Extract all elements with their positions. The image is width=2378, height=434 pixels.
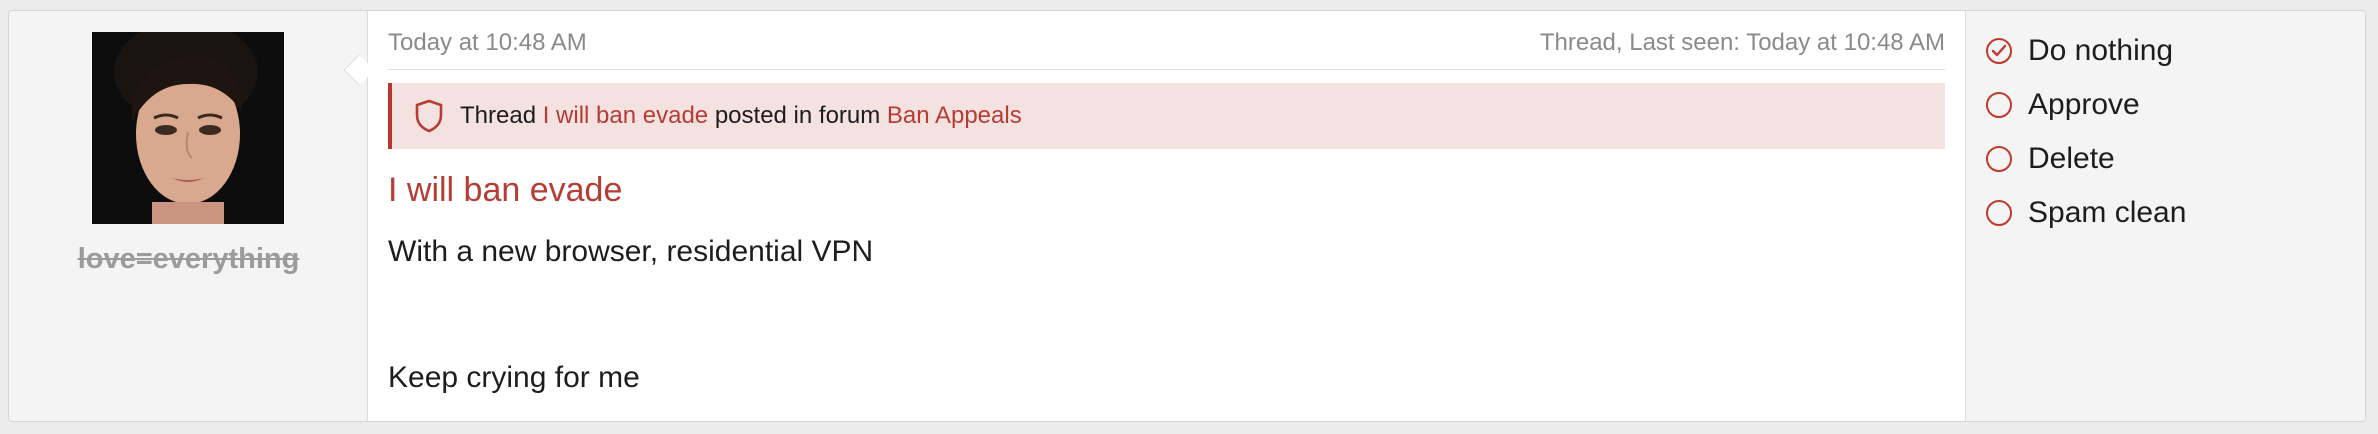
post-title[interactable]: I will ban evade	[388, 171, 622, 210]
post-timestamp[interactable]: Today at 10:48 AM	[388, 29, 587, 57]
action-do-nothing[interactable]: Do nothing	[1986, 31, 2173, 71]
shield-icon	[414, 99, 444, 133]
action-label: Spam clean	[2028, 196, 2187, 229]
action-label: Do nothing	[2028, 34, 2174, 67]
avatar[interactable]	[92, 32, 284, 224]
action-approve[interactable]: Approve	[1986, 85, 2140, 125]
thread-notice: Thread I will ban evade posted in forum …	[388, 83, 1945, 149]
notice-middle-text: posted in forum	[714, 102, 881, 129]
forum-link[interactable]: Ban Appeals	[887, 102, 1022, 130]
post-body-line: With a new browser, residential VPN	[388, 235, 874, 268]
action-delete[interactable]: Delete	[1986, 139, 2115, 179]
moderation-card: love=everything Today at 10:48 AM Thread…	[8, 10, 2366, 422]
post-body-line: Keep crying for me	[388, 361, 640, 394]
action-label: Approve	[2028, 88, 2140, 121]
last-seen-info: Thread, Last seen: Today at 10:48 AM	[1539, 29, 1945, 56]
radio-empty-icon[interactable]	[1986, 92, 2012, 118]
avatar-image	[92, 32, 284, 224]
post-content: Today at 10:48 AM Thread, Last seen: Tod…	[368, 11, 1965, 421]
thread-link[interactable]: I will ban evade	[543, 102, 708, 130]
post-meta: Today at 10:48 AM Thread, Last seen: Tod…	[388, 29, 1945, 70]
moderation-actions: Do nothing Approve Delete Spam clean	[1965, 11, 2365, 421]
user-panel: love=everything	[9, 11, 375, 421]
username[interactable]: love=everything	[9, 243, 368, 276]
radio-empty-icon[interactable]	[1986, 200, 2012, 226]
notice-prefix: Thread	[460, 102, 537, 129]
action-label: Delete	[2028, 142, 2115, 175]
radio-empty-icon[interactable]	[1986, 146, 2012, 172]
check-circle-icon[interactable]	[1986, 38, 2012, 64]
action-spam-clean[interactable]: Spam clean	[1986, 193, 2186, 233]
